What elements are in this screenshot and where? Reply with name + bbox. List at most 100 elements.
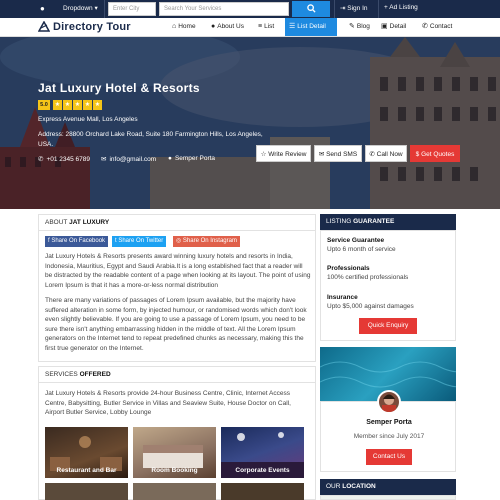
guarantee-desc: 100% certified professionals: [327, 274, 409, 281]
service-card-restaurant[interactable]: Restaurant and Bar: [45, 427, 128, 478]
facebook-icon: f: [48, 238, 50, 244]
star-icon: ★: [93, 100, 102, 110]
about-heading: ABOUT JAT LUXURY: [39, 215, 315, 231]
location-heading: OUR LOCATION: [320, 479, 456, 495]
share-twitter-button[interactable]: t Share On Twitter: [112, 236, 167, 247]
heading-prefix: SERVICES: [45, 371, 78, 378]
avatar: [377, 390, 401, 414]
star-rating: ★ ★ ★ ★ ★: [53, 100, 102, 110]
services-heading: SERVICES OFFERED: [39, 367, 315, 383]
rating-badge: 5.0: [38, 100, 50, 110]
nav-label: Home: [178, 23, 196, 30]
guarantee-heading: LISTING GUARANTEE: [320, 214, 456, 230]
call-now-button[interactable]: ✆ Call Now: [365, 145, 407, 162]
nav-item-about-us[interactable]: ● About Us: [207, 18, 248, 36]
guarantee-title: Service Guarantee: [327, 237, 385, 244]
nav-label: List Detail: [297, 23, 326, 30]
hero-banner: Jat Luxury Hotel & Resorts 5.0 ★ ★ ★ ★ ★…: [0, 37, 500, 209]
twitter-icon: t: [115, 238, 117, 244]
detail-icon: ▣: [381, 23, 388, 30]
location-dropdown[interactable]: Dropdown ▾: [63, 4, 98, 12]
logo-icon: [37, 20, 51, 33]
service-card[interactable]: [221, 483, 304, 500]
guarantee-title: Insurance: [327, 294, 358, 301]
plus-icon: +: [384, 4, 388, 11]
divider: [378, 0, 379, 18]
hero-overlay: [0, 37, 500, 209]
about-paragraph-1: Jat Luxury Hotels & Resorts presents awa…: [45, 253, 311, 289]
service-card[interactable]: [45, 483, 128, 500]
button-label: Call Now: [376, 151, 403, 158]
star-icon: ★: [53, 100, 62, 110]
star-icon: ★: [83, 100, 92, 110]
star-outline-icon: ☆: [260, 151, 267, 158]
button-label: Write Review: [268, 151, 307, 158]
phone-icon: ✆: [369, 151, 375, 158]
blog-icon: ✎: [349, 23, 355, 30]
heading-name: GUARANTEE: [353, 218, 395, 225]
service-card-room-booking[interactable]: Room Booking: [133, 427, 216, 478]
phone-number: +01 2345 6789: [46, 156, 91, 163]
heading-prefix: LISTING: [326, 218, 352, 225]
user-icon: ●: [211, 23, 216, 30]
nav-item-blog[interactable]: ✎ Blog: [345, 18, 374, 36]
email-icon: ✉: [101, 156, 107, 163]
divider: [334, 0, 335, 18]
nav-item-home[interactable]: ⌂ Home: [168, 18, 200, 36]
nav-item-list-detail[interactable]: ☰ List Detail: [285, 18, 337, 36]
share-label: Share On Facebook: [51, 238, 106, 244]
service-card-corporate-events[interactable]: Corporate Events: [221, 427, 304, 478]
nav-label: Contact: [429, 23, 453, 30]
share-instagram-button[interactable]: ◎ Share On Instagram: [173, 236, 240, 247]
quick-enquiry-button[interactable]: Quick Enquiry: [359, 318, 417, 334]
email-address: info@gmail.com: [109, 156, 157, 163]
list-detail-icon: ☰: [289, 23, 296, 30]
owner-name: Semper Porta: [366, 419, 412, 426]
service-label: Corporate Events: [235, 467, 290, 474]
star-icon: ★: [73, 100, 82, 110]
map-pin-icon: ●: [40, 4, 45, 13]
ad-listing-link[interactable]: + Ad Listing: [384, 4, 418, 11]
heading-name: JAT LUXURY: [69, 219, 110, 226]
service-label: Room Booking: [151, 467, 198, 474]
site-logo[interactable]: Directory Tour: [53, 21, 131, 33]
star-icon: ★: [63, 100, 72, 110]
get-quotes-button[interactable]: $ Get Quotes: [410, 145, 460, 162]
heading-prefix: ABOUT: [45, 219, 68, 226]
sign-in-link[interactable]: ⇥ Sign In: [340, 4, 368, 12]
guarantee-desc: Upto 6 month of service: [327, 246, 396, 253]
person-contact: ● Semper Porta: [168, 155, 215, 162]
phone-icon: ✆: [422, 23, 428, 30]
nav-item-list[interactable]: ≡ List: [254, 18, 278, 36]
phone-icon: ✆: [38, 156, 44, 163]
nav-item-detail[interactable]: ▣ Detail: [377, 18, 410, 36]
search-input[interactable]: Search Your Services: [159, 2, 289, 16]
main-navbar: Directory Tour ⌂ Home ● About Us ≡ List ☰ Li…: [0, 18, 500, 37]
city-input[interactable]: Enter City: [108, 2, 156, 16]
nav-label: Detail: [389, 23, 407, 30]
listing-title: Jat Luxury Hotel & Resorts: [38, 81, 200, 95]
location-map[interactable]: [320, 495, 456, 500]
instagram-icon: ◎: [176, 238, 182, 244]
nav-label: About Us: [217, 23, 244, 30]
email-contact[interactable]: ✉ info@gmail.com: [101, 155, 156, 163]
top-bar: ● Dropdown ▾ Enter City Search Your Serv…: [0, 0, 500, 18]
share-facebook-button[interactable]: f Share On Facebook: [45, 236, 109, 247]
owner-since: Member since July 2017: [353, 433, 425, 440]
divider: [104, 0, 105, 18]
write-review-button[interactable]: ☆ Write Review: [256, 145, 311, 162]
services-panel: SERVICES OFFERED Jat Luxury Hotels & Res…: [38, 366, 316, 500]
send-sms-button[interactable]: ✉ Send SMS: [314, 145, 362, 162]
phone-contact[interactable]: ✆ +01 2345 6789: [38, 155, 90, 163]
guarantee-desc: Upto $5,000 against damages: [327, 303, 414, 310]
dropdown-label: Dropdown: [63, 5, 93, 12]
owner-panel: Semper Porta Member since July 2017 Cont…: [320, 390, 456, 472]
service-card[interactable]: [133, 483, 216, 500]
contact-us-button[interactable]: Contact Us: [366, 449, 412, 465]
listing-address: Address: 28800 Orchard Lake Road, Suite …: [38, 131, 263, 148]
about-paragraph-2: There are many variations of passages of…: [45, 297, 307, 352]
share-label: Share On Twitter: [118, 238, 164, 244]
search-button[interactable]: [292, 1, 330, 17]
nav-item-contact[interactable]: ✆ Contact: [418, 18, 456, 36]
nav-label: List: [264, 23, 275, 30]
